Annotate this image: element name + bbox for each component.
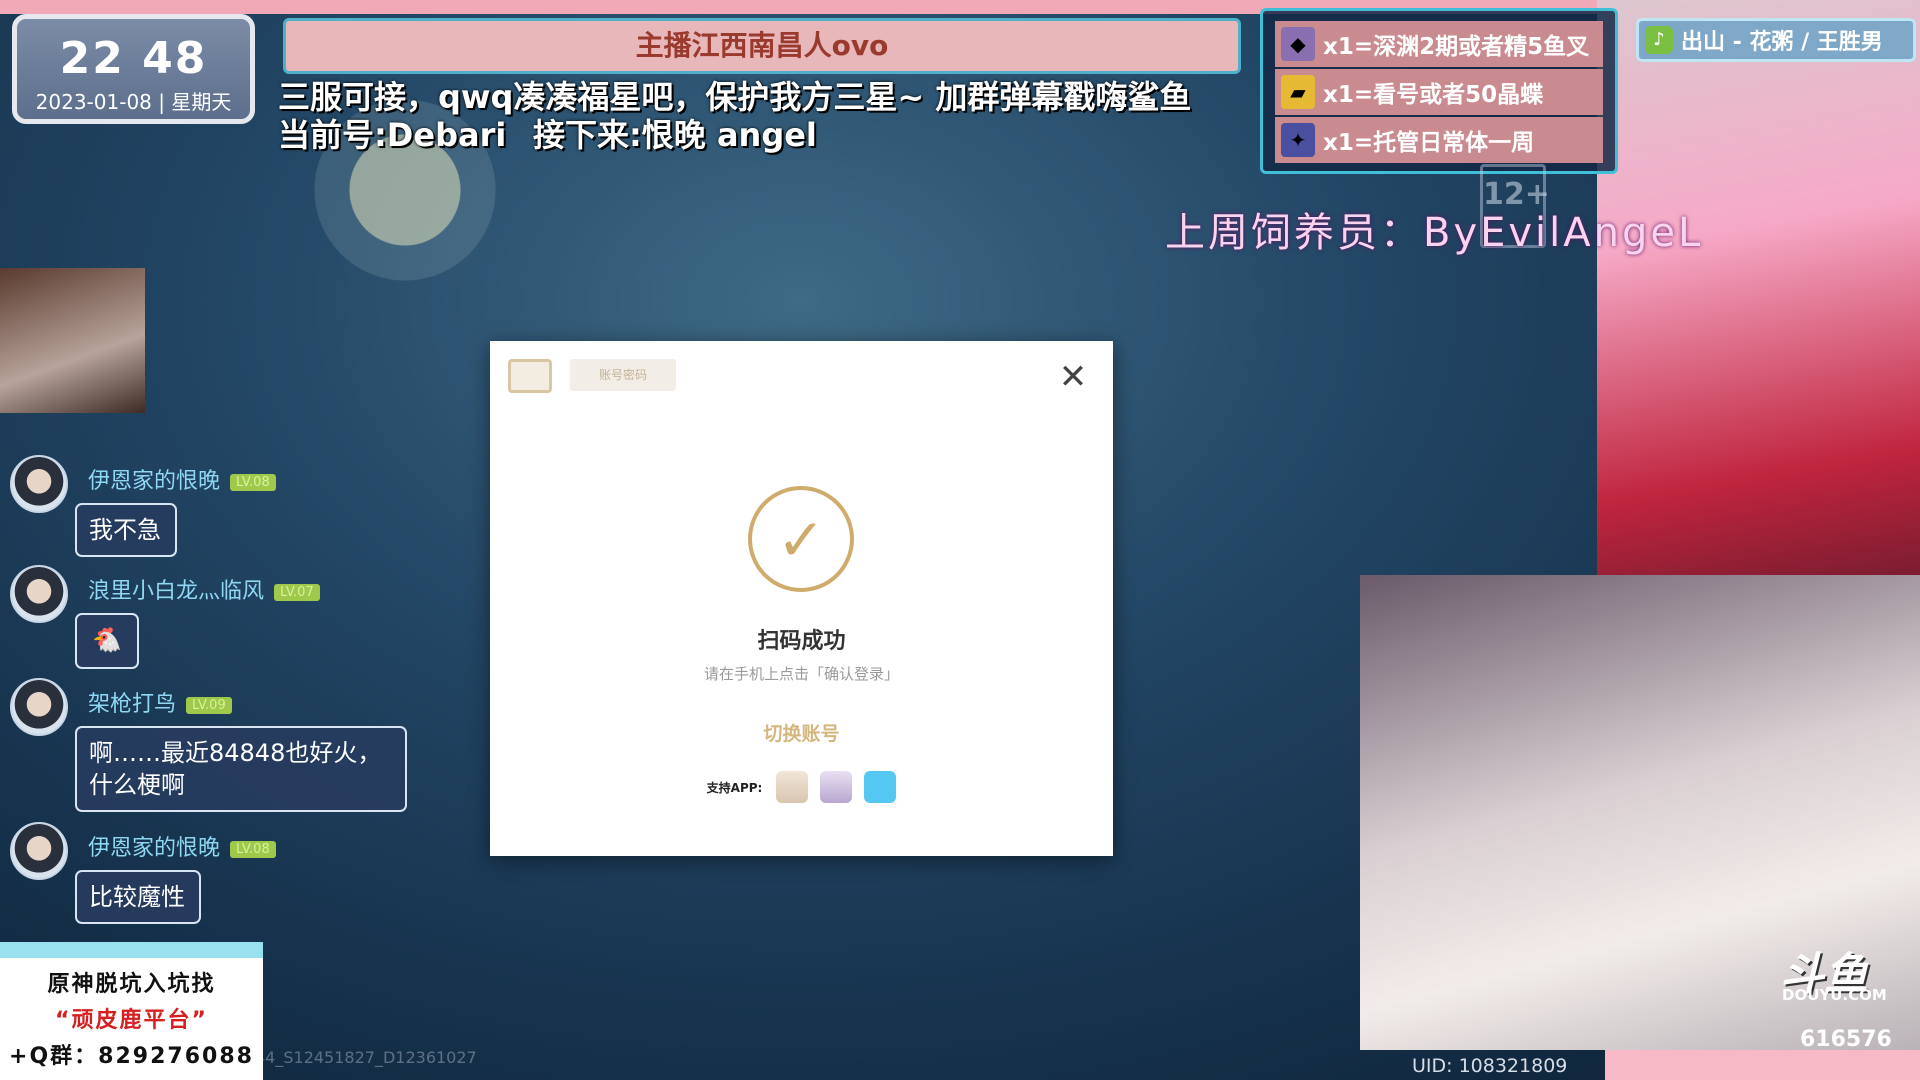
supported-apps: 支持APP: [490,771,1113,803]
streamer-cam-small [0,268,145,413]
gift-text: x1=深渊2期或者精5鱼叉 [1323,34,1590,60]
cosplay-cam [1597,0,1920,575]
ad-line: +Q群：829276088 [9,1044,254,1069]
chat-username: 架枪打鸟 LV.09 [88,686,232,718]
now-playing: ♪ 出山 - 花粥 / 王胜男 [1636,18,1916,62]
announce-current: 当前号:Debari [278,116,507,154]
tab-password-login[interactable]: 账号密码 [570,359,676,391]
switch-account-link[interactable]: 切换账号 [490,719,1113,746]
stream-title: 主播江西南昌人ovo [283,18,1241,74]
level-badge: LV.09 [186,696,232,714]
level-badge: LV.08 [230,473,276,491]
ad-line: “顽皮鹿平台” [55,1008,208,1033]
avatar [10,455,68,513]
genshin-app-icon [776,771,809,803]
clock-time: 22 48 [59,33,208,84]
announce-next: 接下来:恨晚 angel [533,116,817,154]
avatar [10,565,68,623]
honkai-app-icon [820,771,853,803]
chat-bubble: 啊……最近84848也好火， 什么梗啊 [75,726,407,812]
gift-text: x1=看号或者50晶蝶 [1323,82,1544,108]
clock-widget: 22 48 2023-01-08 | 星期天 [12,14,255,124]
login-modal: 账号密码 ✕ ✓ 扫码成功 请在手机上点击「确认登录」 切换账号 支持APP: [490,341,1113,856]
scan-success-subtitle: 请在手机上点击「确认登录」 [703,665,899,683]
bottom-decor-bar [1605,1050,1920,1080]
ad-header-bar [0,942,263,958]
chat-username: 浪里小白龙灬临风 LV.07 [88,573,320,605]
monitor-icon[interactable] [508,359,552,393]
avatar [10,678,68,736]
crystal-icon: ◆ [1281,27,1315,61]
chat-bubble: 🐔 [75,613,139,669]
gold-bar-icon: ▰ [1281,75,1315,109]
clock-date: 2023-01-08 | 星期天 [35,90,232,114]
avatar [10,822,68,880]
gift-row: ▰ x1=看号或者50晶蝶 [1275,69,1603,115]
chat-username: 伊恩家的恨晚 LV.08 [88,830,276,862]
stream-code: 44_S12451827_D12361027 [255,1048,477,1067]
level-badge: LV.07 [274,583,320,601]
check-circle-icon: ✓ [748,486,854,592]
feeder-text: 上周饲养员：ByEvilAngeL [1165,210,1704,256]
chat-bubble: 比较魔性 [75,870,201,924]
level-badge: LV.08 [230,840,276,858]
gift-row: ✦ x1=托管日常体一周 [1275,117,1603,163]
music-icon: ♪ [1645,26,1673,54]
uid-text: UID: 108321809 [1412,1055,1568,1077]
song-title: 出山 - 花粥 / 王胜男 [1681,30,1883,55]
douyu-logo-sub: DOUYU.COM [1782,986,1887,1004]
galaxy-icon: ✦ [1281,123,1315,157]
gift-board: ◆ x1=深渊2期或者精5鱼叉 ▰ x1=看号或者50晶蝶 ✦ x1=托管日常体… [1260,8,1618,174]
miyoushe-app-icon [864,771,897,803]
chat-bubble: 我不急 [75,503,177,557]
viewer-count: 616576 [1800,1027,1892,1052]
close-icon[interactable]: ✕ [1055,359,1091,395]
ad-line: 原神脱坑入坑找 [47,972,216,997]
support-label: 支持APP: [706,780,763,795]
gift-row: ◆ x1=深渊2期或者精5鱼叉 [1275,21,1603,67]
scan-success-title: 扫码成功 [757,629,846,654]
gift-text: x1=托管日常体一周 [1323,130,1535,156]
chat-username: 伊恩家的恨晚 LV.08 [88,463,276,495]
ad-box: 原神脱坑入坑找 “顽皮鹿平台” +Q群：829276088 [0,942,263,1080]
